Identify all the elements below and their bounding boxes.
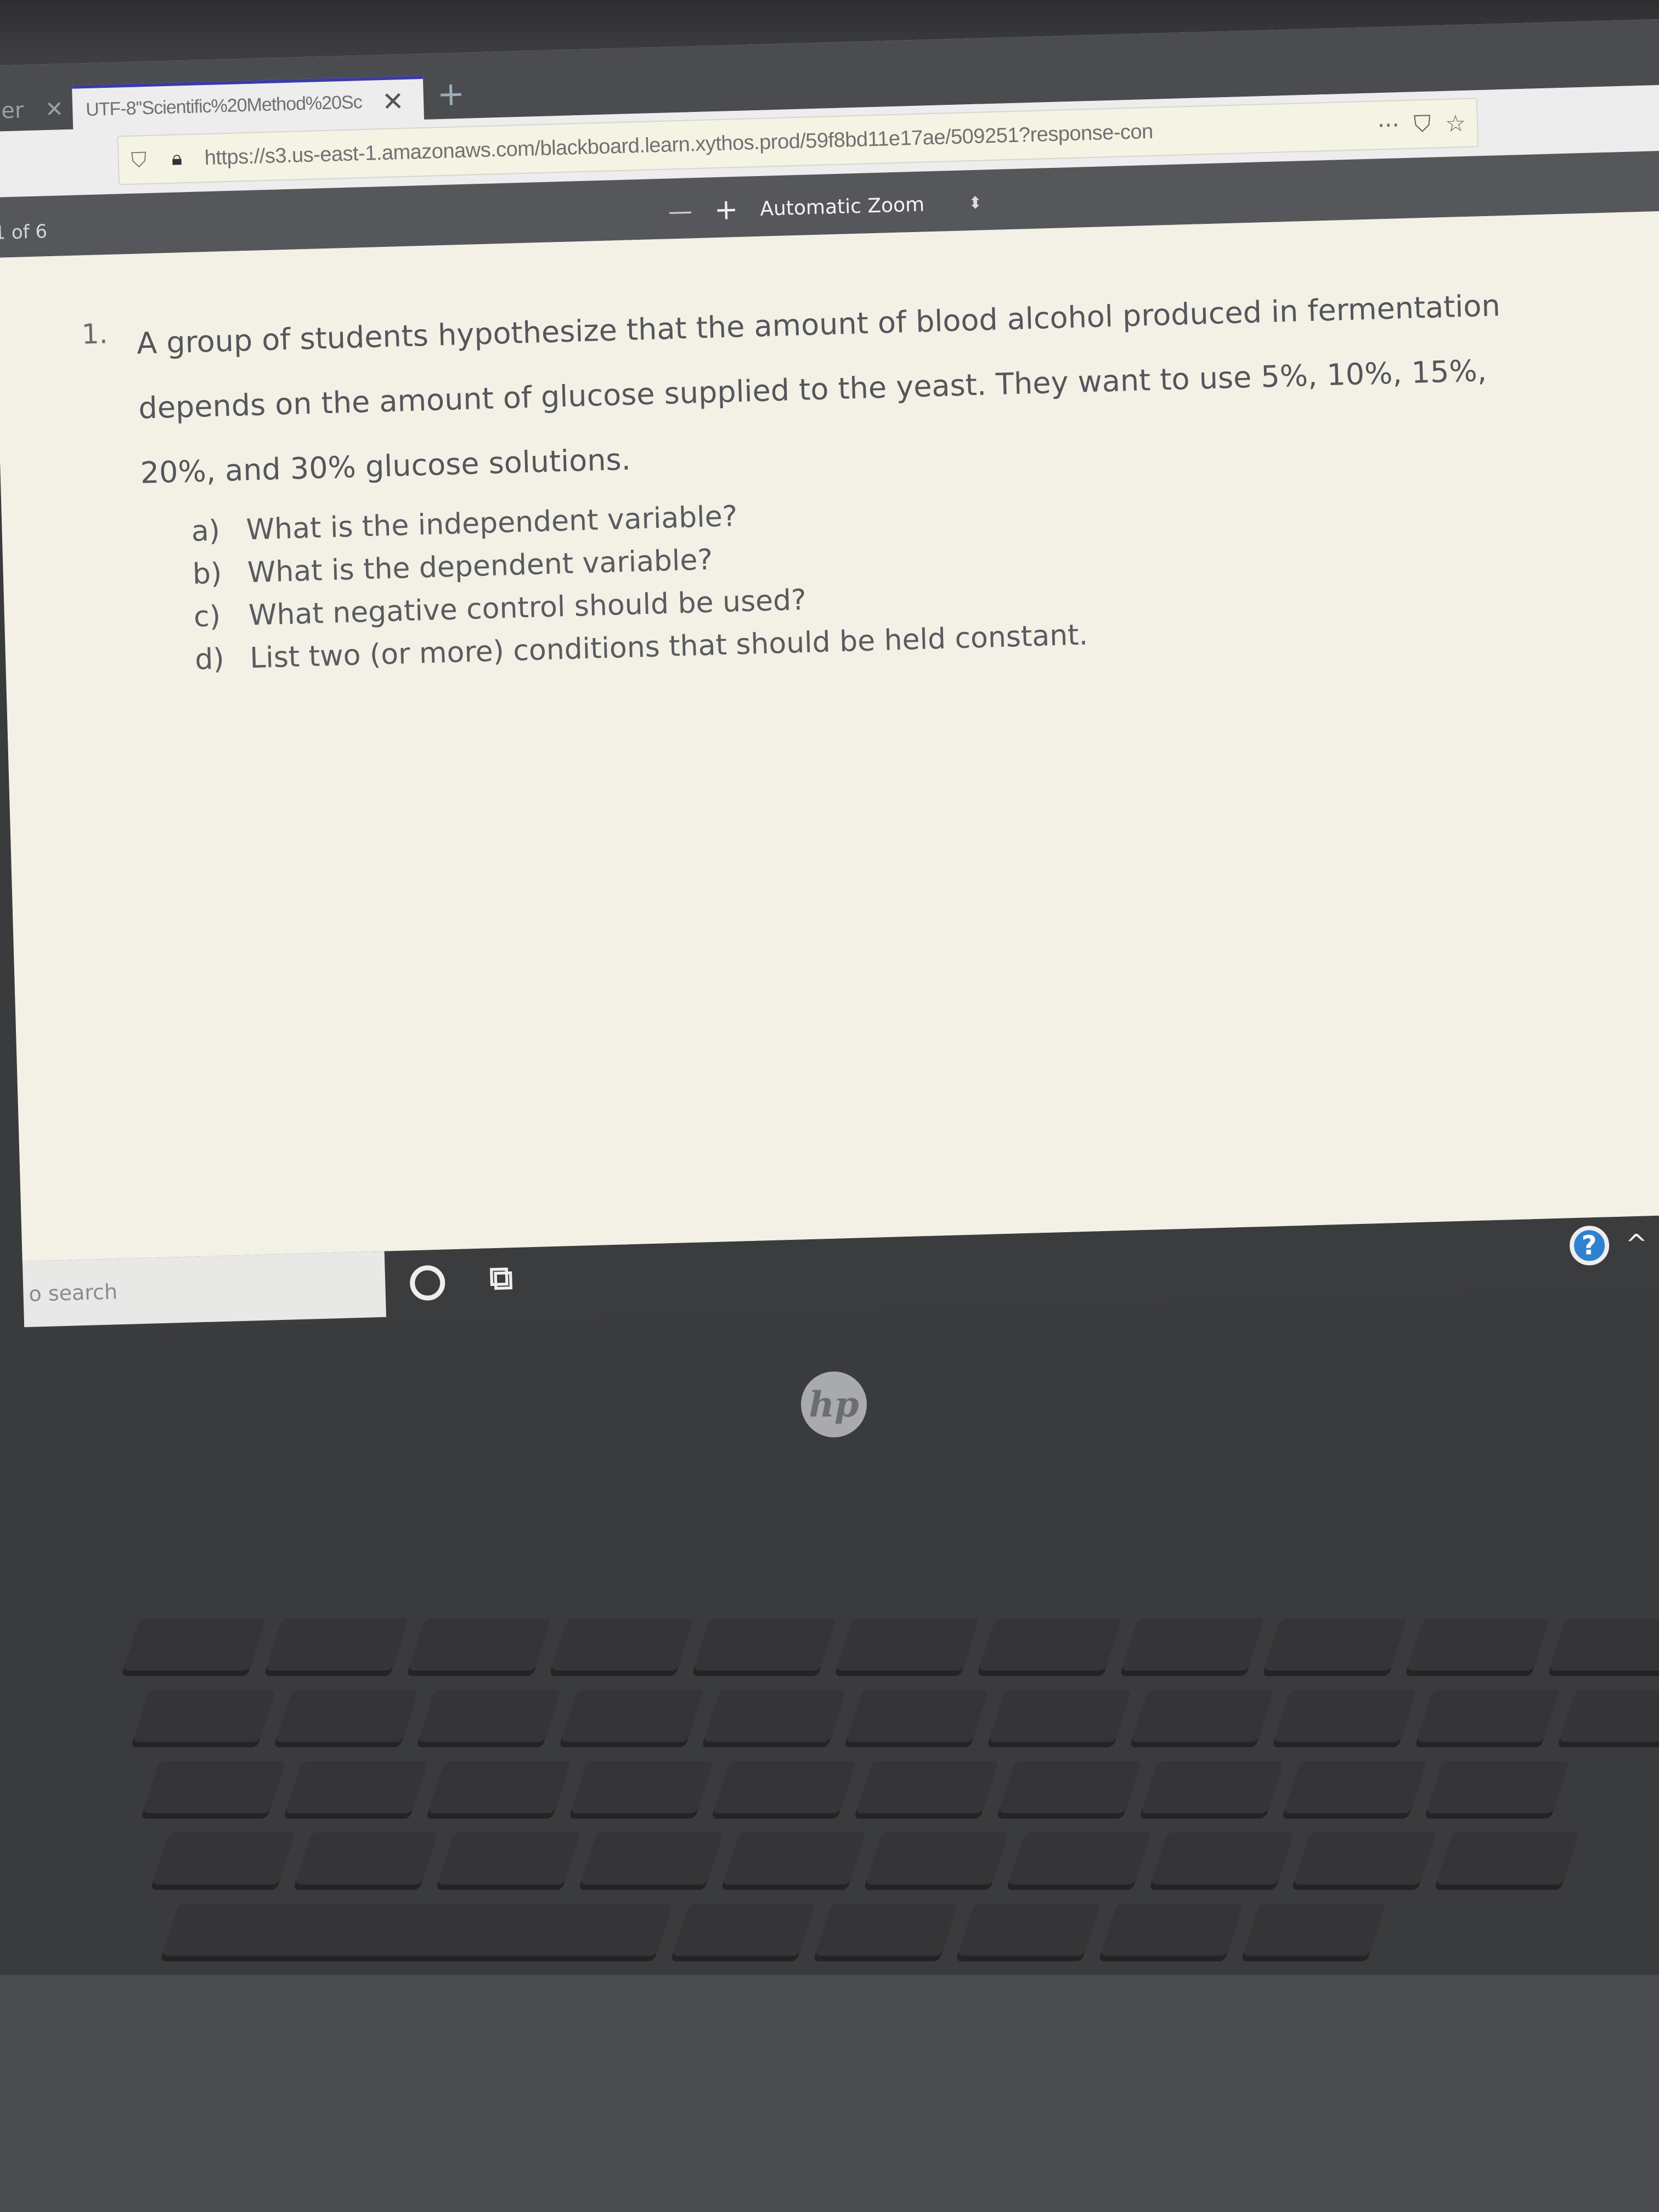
key (1559, 1690, 1659, 1742)
taskbar-search-input[interactable]: o search (22, 1251, 386, 1328)
key (123, 1618, 266, 1671)
key-row (162, 1904, 1386, 1956)
system-tray: ? ^ (1568, 1223, 1659, 1266)
sub-question-label: d) (194, 642, 225, 676)
key (408, 1618, 551, 1671)
key-row (152, 1832, 1579, 1884)
pdf-page: 1. A group of students hypothesize that … (0, 210, 1659, 1262)
key (836, 1618, 979, 1671)
search-placeholder: o search (28, 1279, 118, 1306)
key (551, 1618, 694, 1671)
key (723, 1832, 866, 1884)
url-text[interactable]: https://s3.us-east-1.amazonaws.com/black… (204, 116, 1290, 170)
key (1407, 1618, 1550, 1671)
key (417, 1690, 561, 1742)
pocket-icon[interactable]: ⛉ (1413, 110, 1431, 138)
question-number: 1. (81, 318, 109, 351)
key (1293, 1832, 1437, 1884)
key (815, 1904, 958, 1956)
palm-rest (0, 1975, 1659, 2212)
keyboard (0, 1618, 1659, 1956)
key (713, 1761, 856, 1813)
sub-question-label: c) (193, 600, 221, 634)
key (845, 1690, 989, 1742)
key (152, 1832, 296, 1884)
key (1283, 1761, 1427, 1813)
key (1426, 1761, 1570, 1813)
tab-previous-label: er (1, 98, 24, 124)
zoom-out-button[interactable]: — (668, 197, 692, 225)
sub-question-label: a) (191, 514, 221, 549)
key (979, 1618, 1122, 1671)
key (865, 1832, 1009, 1884)
task-view-icon[interactable]: ⧉ (489, 1259, 514, 1297)
key (132, 1690, 276, 1742)
key (1100, 1904, 1243, 1956)
key (580, 1832, 724, 1884)
key-row (123, 1618, 1659, 1671)
key (703, 1690, 847, 1742)
key (693, 1618, 837, 1671)
question-text: A group of students hypothesize that the… (136, 288, 1501, 490)
tab-title: UTF-8''Scientific%20Method%20Sc (85, 92, 363, 121)
key (142, 1761, 286, 1813)
bookmark-star-icon[interactable]: ☆ (1445, 109, 1466, 137)
spacebar (162, 1904, 673, 1956)
key (988, 1690, 1132, 1742)
key (560, 1690, 704, 1742)
key (1150, 1832, 1294, 1884)
cortana-icon[interactable] (409, 1265, 446, 1301)
key (1121, 1618, 1265, 1671)
key (570, 1761, 714, 1813)
key-row (132, 1690, 1659, 1742)
key (1436, 1832, 1579, 1884)
more-actions-icon[interactable]: ··· (1377, 111, 1400, 139)
key (957, 1904, 1101, 1956)
key-row (142, 1761, 1570, 1813)
zoom-in-button[interactable]: + (714, 193, 738, 227)
key (285, 1761, 428, 1813)
page-counter: 1 of 6 (0, 221, 48, 244)
close-icon[interactable]: ✕ (45, 97, 64, 122)
key (1264, 1618, 1407, 1671)
key (1141, 1761, 1284, 1813)
key (266, 1618, 409, 1671)
help-icon[interactable]: ? (1568, 1225, 1610, 1266)
new-tab-button[interactable]: + (437, 75, 465, 114)
shield-icon[interactable]: ⛉ (131, 148, 150, 172)
key (998, 1761, 1142, 1813)
tab-previous[interactable]: er ✕ (1, 91, 67, 131)
key (275, 1690, 419, 1742)
sub-question-list: a) What is the independent variable? b) … (191, 486, 1088, 681)
key (1549, 1618, 1659, 1671)
key (855, 1761, 999, 1813)
key (1131, 1690, 1274, 1742)
key (437, 1832, 581, 1884)
lock-icon[interactable]: 🔒︎ (171, 147, 188, 170)
key (427, 1761, 571, 1813)
chevron-up-icon[interactable]: ^ (1625, 1228, 1648, 1260)
key (1243, 1904, 1386, 1956)
sub-question-label: b) (192, 557, 223, 591)
zoom-select[interactable]: Automatic Zoom (760, 193, 925, 220)
zoom-controls: — + Automatic Zoom ⬍ (668, 187, 983, 228)
screen: er ✕ UTF-8''Scientific%20Method%20Sc ✕ +… (0, 18, 1659, 1333)
close-icon[interactable]: ✕ (381, 86, 404, 117)
hp-logo: hp (801, 1372, 867, 1437)
key (1416, 1690, 1560, 1742)
dropdown-arrows-icon[interactable]: ⬍ (968, 193, 983, 213)
key (1273, 1690, 1417, 1742)
key (295, 1832, 438, 1884)
key (1008, 1832, 1152, 1884)
key (672, 1904, 815, 1956)
